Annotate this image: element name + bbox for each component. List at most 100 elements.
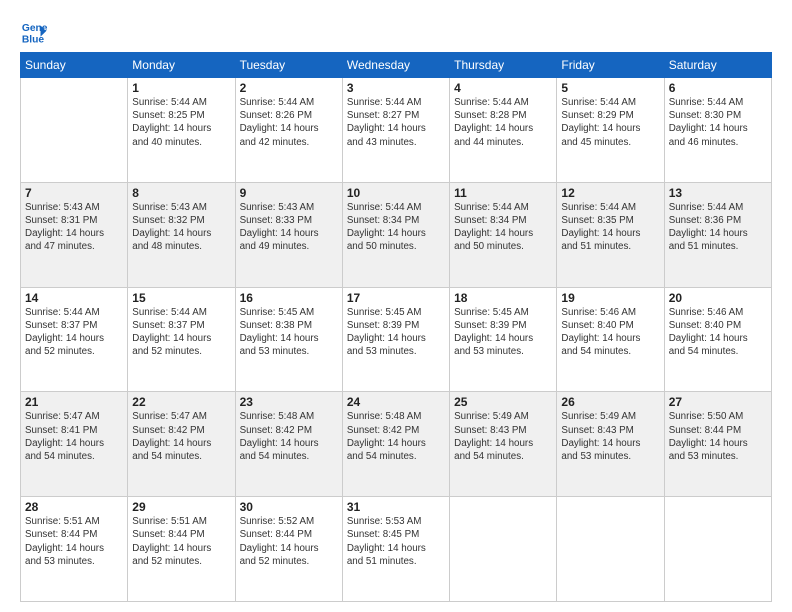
day-info: Sunrise: 5:46 AM Sunset: 8:40 PM Dayligh…	[561, 306, 659, 359]
calendar-cell: 28Sunrise: 5:51 AM Sunset: 8:44 PM Dayli…	[21, 497, 128, 602]
calendar-cell: 29Sunrise: 5:51 AM Sunset: 8:44 PM Dayli…	[128, 497, 235, 602]
day-info: Sunrise: 5:51 AM Sunset: 8:44 PM Dayligh…	[132, 515, 230, 568]
day-number: 18	[454, 291, 552, 305]
day-number: 8	[132, 186, 230, 200]
weekday-header-thursday: Thursday	[450, 53, 557, 78]
day-info: Sunrise: 5:45 AM Sunset: 8:39 PM Dayligh…	[454, 306, 552, 359]
day-info: Sunrise: 5:44 AM Sunset: 8:36 PM Dayligh…	[669, 201, 767, 254]
calendar-cell: 15Sunrise: 5:44 AM Sunset: 8:37 PM Dayli…	[128, 287, 235, 392]
day-info: Sunrise: 5:45 AM Sunset: 8:38 PM Dayligh…	[240, 306, 338, 359]
calendar-cell: 2Sunrise: 5:44 AM Sunset: 8:26 PM Daylig…	[235, 78, 342, 183]
week-row-3: 21Sunrise: 5:47 AM Sunset: 8:41 PM Dayli…	[21, 392, 772, 497]
day-info: Sunrise: 5:49 AM Sunset: 8:43 PM Dayligh…	[561, 410, 659, 463]
weekday-header-tuesday: Tuesday	[235, 53, 342, 78]
day-info: Sunrise: 5:43 AM Sunset: 8:31 PM Dayligh…	[25, 201, 123, 254]
day-number: 3	[347, 81, 445, 95]
day-info: Sunrise: 5:46 AM Sunset: 8:40 PM Dayligh…	[669, 306, 767, 359]
day-info: Sunrise: 5:44 AM Sunset: 8:30 PM Dayligh…	[669, 96, 767, 149]
calendar-cell: 16Sunrise: 5:45 AM Sunset: 8:38 PM Dayli…	[235, 287, 342, 392]
calendar-cell: 14Sunrise: 5:44 AM Sunset: 8:37 PM Dayli…	[21, 287, 128, 392]
day-number: 1	[132, 81, 230, 95]
calendar-cell	[664, 497, 771, 602]
calendar-cell	[557, 497, 664, 602]
day-info: Sunrise: 5:44 AM Sunset: 8:34 PM Dayligh…	[347, 201, 445, 254]
day-number: 13	[669, 186, 767, 200]
day-number: 25	[454, 395, 552, 409]
day-number: 7	[25, 186, 123, 200]
day-info: Sunrise: 5:44 AM Sunset: 8:29 PM Dayligh…	[561, 96, 659, 149]
day-number: 24	[347, 395, 445, 409]
day-info: Sunrise: 5:44 AM Sunset: 8:28 PM Dayligh…	[454, 96, 552, 149]
calendar-cell: 11Sunrise: 5:44 AM Sunset: 8:34 PM Dayli…	[450, 182, 557, 287]
calendar-cell	[21, 78, 128, 183]
day-number: 6	[669, 81, 767, 95]
day-info: Sunrise: 5:44 AM Sunset: 8:34 PM Dayligh…	[454, 201, 552, 254]
week-row-2: 14Sunrise: 5:44 AM Sunset: 8:37 PM Dayli…	[21, 287, 772, 392]
calendar-cell: 30Sunrise: 5:52 AM Sunset: 8:44 PM Dayli…	[235, 497, 342, 602]
header: General Blue	[20, 18, 772, 46]
day-number: 21	[25, 395, 123, 409]
logo: General Blue	[20, 18, 48, 46]
weekday-header-wednesday: Wednesday	[342, 53, 449, 78]
calendar-cell: 20Sunrise: 5:46 AM Sunset: 8:40 PM Dayli…	[664, 287, 771, 392]
day-info: Sunrise: 5:44 AM Sunset: 8:26 PM Dayligh…	[240, 96, 338, 149]
day-info: Sunrise: 5:49 AM Sunset: 8:43 PM Dayligh…	[454, 410, 552, 463]
calendar-table: SundayMondayTuesdayWednesdayThursdayFrid…	[20, 52, 772, 602]
day-info: Sunrise: 5:44 AM Sunset: 8:37 PM Dayligh…	[132, 306, 230, 359]
day-info: Sunrise: 5:44 AM Sunset: 8:37 PM Dayligh…	[25, 306, 123, 359]
calendar-cell: 13Sunrise: 5:44 AM Sunset: 8:36 PM Dayli…	[664, 182, 771, 287]
day-number: 9	[240, 186, 338, 200]
week-row-1: 7Sunrise: 5:43 AM Sunset: 8:31 PM Daylig…	[21, 182, 772, 287]
day-number: 27	[669, 395, 767, 409]
day-info: Sunrise: 5:43 AM Sunset: 8:32 PM Dayligh…	[132, 201, 230, 254]
day-info: Sunrise: 5:48 AM Sunset: 8:42 PM Dayligh…	[347, 410, 445, 463]
day-number: 12	[561, 186, 659, 200]
weekday-header-saturday: Saturday	[664, 53, 771, 78]
calendar-cell: 7Sunrise: 5:43 AM Sunset: 8:31 PM Daylig…	[21, 182, 128, 287]
calendar-cell	[450, 497, 557, 602]
calendar-cell: 10Sunrise: 5:44 AM Sunset: 8:34 PM Dayli…	[342, 182, 449, 287]
logo-icon: General Blue	[20, 18, 48, 46]
week-row-4: 28 Sunrise: 5:51 AM Sunset: 8:44 PM Dayli…	[21, 497, 772, 602]
calendar-cell: 25Sunrise: 5:49 AM Sunset: 8:43 PM Dayli…	[450, 392, 557, 497]
calendar-cell: 18Sunrise: 5:45 AM Sunset: 8:39 PM Dayli…	[450, 287, 557, 392]
calendar-cell: 21Sunrise: 5:47 AM Sunset: 8:41 PM Dayli…	[21, 392, 128, 497]
day-info: Sunrise: 5:43 AM Sunset: 8:33 PM Dayligh…	[240, 201, 338, 254]
calendar-cell: 9Sunrise: 5:43 AM Sunset: 8:33 PM Daylig…	[235, 182, 342, 287]
day-number: 11	[454, 186, 552, 200]
day-number: 23	[240, 395, 338, 409]
day-info: Sunrise: 5:48 AM Sunset: 8:42 PM Dayligh…	[240, 410, 338, 463]
day-number: 28	[25, 500, 123, 514]
calendar-cell: 19Sunrise: 5:46 AM Sunset: 8:40 PM Dayli…	[557, 287, 664, 392]
calendar-cell: 26Sunrise: 5:49 AM Sunset: 8:43 PM Dayli…	[557, 392, 664, 497]
page: General Blue SundayMondayTuesdayWednesda…	[0, 0, 792, 612]
weekday-header-row: SundayMondayTuesdayWednesdayThursdayFrid…	[21, 53, 772, 78]
day-number: 22	[132, 395, 230, 409]
day-number: 17	[347, 291, 445, 305]
calendar-cell: 8Sunrise: 5:43 AM Sunset: 8:32 PM Daylig…	[128, 182, 235, 287]
calendar-cell: 17Sunrise: 5:45 AM Sunset: 8:39 PM Dayli…	[342, 287, 449, 392]
day-number: 29	[132, 500, 230, 514]
day-number: 5	[561, 81, 659, 95]
calendar-cell: 22Sunrise: 5:47 AM Sunset: 8:42 PM Dayli…	[128, 392, 235, 497]
calendar-cell: 4Sunrise: 5:44 AM Sunset: 8:28 PM Daylig…	[450, 78, 557, 183]
day-info: Sunrise: 5:52 AM Sunset: 8:44 PM Dayligh…	[240, 515, 338, 568]
calendar-cell: 24Sunrise: 5:48 AM Sunset: 8:42 PM Dayli…	[342, 392, 449, 497]
day-info: Sunrise: 5:50 AM Sunset: 8:44 PM Dayligh…	[669, 410, 767, 463]
day-number: 30	[240, 500, 338, 514]
day-info: Sunrise: 5:47 AM Sunset: 8:41 PM Dayligh…	[25, 410, 123, 463]
calendar-cell: 5Sunrise: 5:44 AM Sunset: 8:29 PM Daylig…	[557, 78, 664, 183]
day-number: 31	[347, 500, 445, 514]
calendar-cell: 12Sunrise: 5:44 AM Sunset: 8:35 PM Dayli…	[557, 182, 664, 287]
day-info: Sunrise: 5:44 AM Sunset: 8:35 PM Dayligh…	[561, 201, 659, 254]
day-number: 15	[132, 291, 230, 305]
day-info: Sunrise: 5:53 AM Sunset: 8:45 PM Dayligh…	[347, 515, 445, 568]
calendar-cell: 3Sunrise: 5:44 AM Sunset: 8:27 PM Daylig…	[342, 78, 449, 183]
weekday-header-sunday: Sunday	[21, 53, 128, 78]
calendar-cell: 23Sunrise: 5:48 AM Sunset: 8:42 PM Dayli…	[235, 392, 342, 497]
day-number: 14	[25, 291, 123, 305]
day-info: Sunrise: 5:44 AM Sunset: 8:25 PM Dayligh…	[132, 96, 230, 149]
day-info: Sunrise: 5:44 AM Sunset: 8:27 PM Dayligh…	[347, 96, 445, 149]
day-number: 16	[240, 291, 338, 305]
day-number: 4	[454, 81, 552, 95]
